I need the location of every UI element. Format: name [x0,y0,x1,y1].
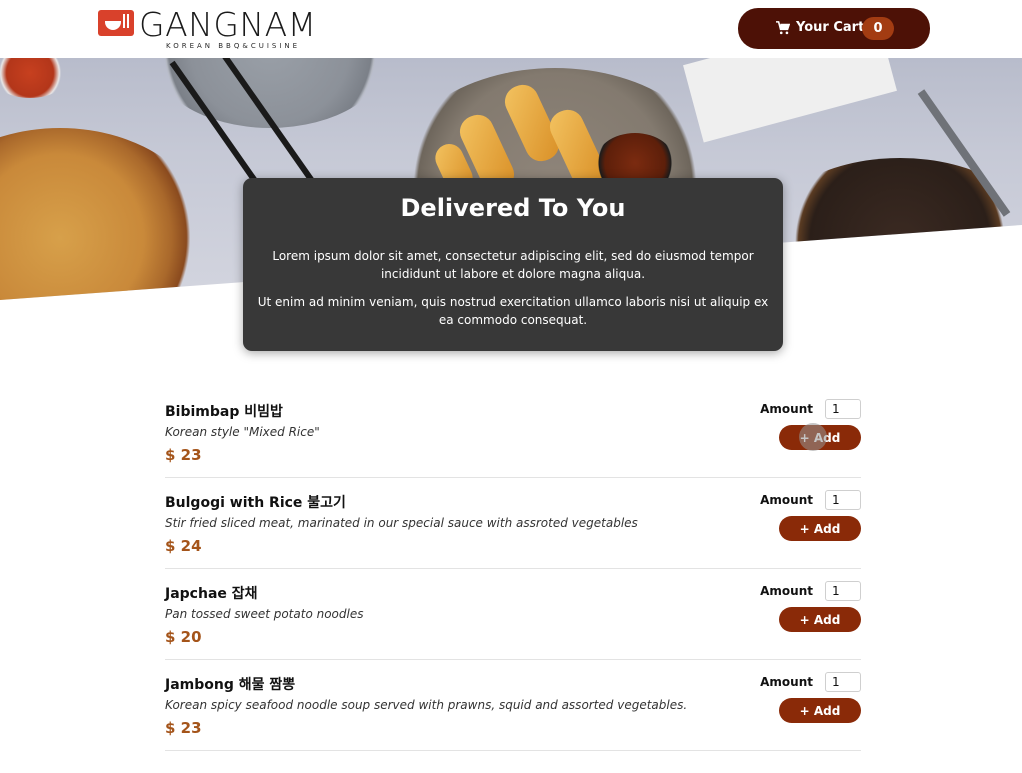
cart-button[interactable]: Your Cart 0 [738,8,930,49]
bowl-chopsticks-icon [98,10,134,36]
brand-logo[interactable]: GANGNAM KOREAN BBQ&CUISINE [98,5,348,54]
meal-price: $ 23 [165,446,202,464]
cart-count-badge: 0 [862,17,894,40]
delivery-info-card: Delivered To You Lorem ipsum dolor sit a… [243,178,783,351]
meal-name: Bibimbap 비빔밥 [165,404,283,420]
add-to-cart-button[interactable]: + Add [779,607,861,632]
brand-tagline: KOREAN BBQ&CUISINE [166,42,301,50]
hero-paragraph: Ut enim ad minim veniam, quis nostrud ex… [257,295,769,327]
meal-name: Japchae 잡채 [165,586,258,602]
meal-price: $ 24 [165,537,202,555]
amount-label: Amount [760,675,813,689]
meal-item: Bulgogi with Rice 불고기 Stir fried sliced … [165,478,861,569]
meal-description: Korean spicy seafood noodle soup served … [165,698,688,712]
site-header: GANGNAM KOREAN BBQ&CUISINE Your Cart 0 [0,0,1022,58]
amount-label: Amount [760,402,813,416]
amount-label: Amount [760,493,813,507]
meal-price: $ 20 [165,628,202,646]
meal-description: Stir fried sliced meat, marinated in our… [165,516,638,530]
meal-name: Jambong 해물 짬뽕 [165,677,296,693]
meal-price: $ 23 [165,719,202,737]
add-to-cart-button[interactable]: + Add [779,423,861,451]
add-to-cart-button[interactable]: + Add [779,698,861,723]
meal-name: Bulgogi with Rice 불고기 [165,495,346,511]
meal-item: Jambong 해물 짬뽕 Korean spicy seafood noodl… [165,660,861,751]
meals-list: Bibimbap 비빔밥 Korean style "Mixed Rice" $… [165,387,861,751]
add-to-cart-button[interactable]: + Add [779,516,861,541]
amount-input[interactable] [825,581,861,601]
amount-label: Amount [760,584,813,598]
shopping-cart-icon [776,21,790,35]
meal-description: Pan tossed sweet potato noodles [165,607,364,621]
amount-input[interactable] [825,399,861,419]
meal-description: Korean style "Mixed Rice" [165,425,320,439]
meal-item: Japchae 잡채 Pan tossed sweet potato noodl… [165,569,861,660]
hero-title: Delivered To You [400,194,626,222]
hero-paragraph: Lorem ipsum dolor sit amet, consectetur … [272,249,754,281]
meal-item: Bibimbap 비빔밥 Korean style "Mixed Rice" $… [165,387,861,478]
amount-input[interactable] [825,672,861,692]
brand-name: GANGNAM [139,5,317,44]
cart-label: Your Cart [796,20,865,35]
amount-input[interactable] [825,490,861,510]
